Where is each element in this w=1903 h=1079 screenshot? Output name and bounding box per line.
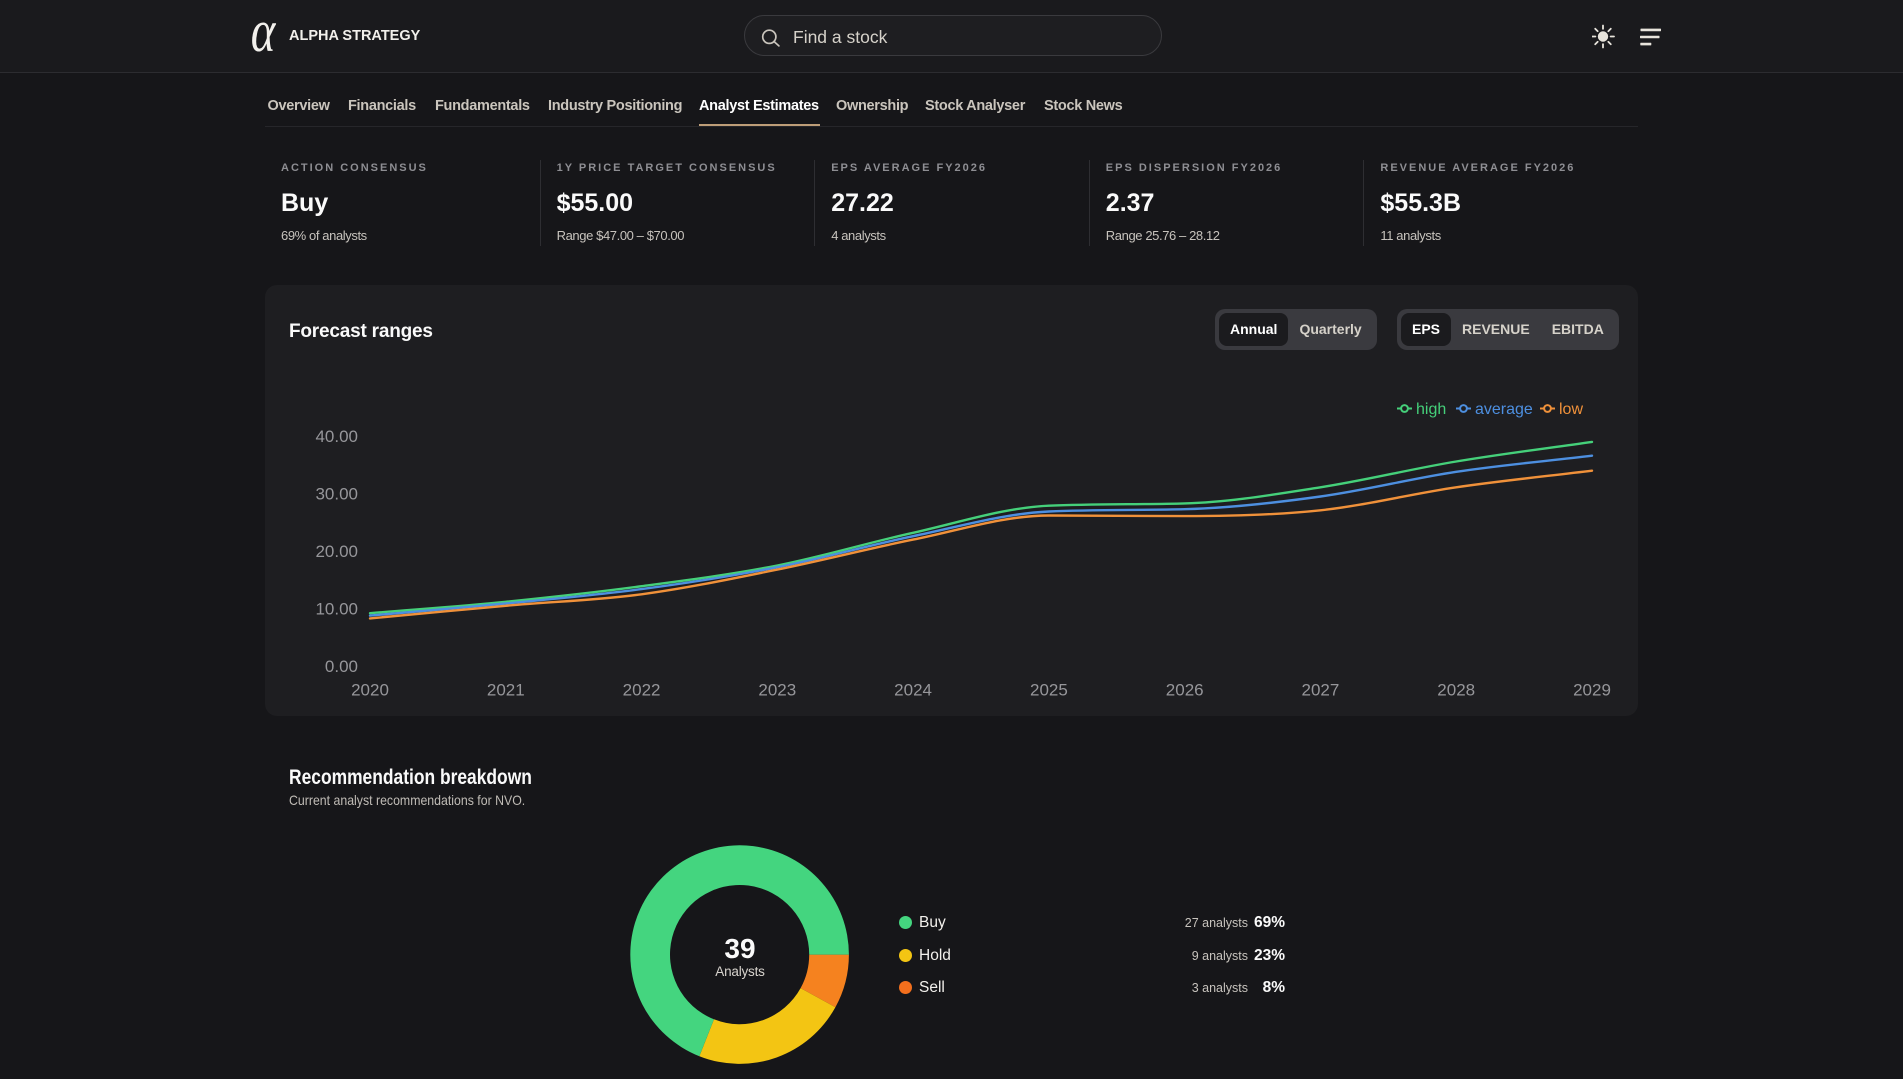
svg-text:2024: 2024 xyxy=(894,681,932,700)
svg-text:average: average xyxy=(1475,401,1533,418)
svg-text:2021: 2021 xyxy=(487,681,525,700)
svg-text:2022: 2022 xyxy=(623,681,661,700)
svg-text:40.00: 40.00 xyxy=(315,427,358,446)
svg-text:2029: 2029 xyxy=(1573,681,1611,700)
svg-text:high: high xyxy=(1416,401,1446,418)
svg-text:20.00: 20.00 xyxy=(315,542,358,561)
svg-text:10.00: 10.00 xyxy=(315,600,358,619)
svg-text:2028: 2028 xyxy=(1437,681,1475,700)
svg-text:2027: 2027 xyxy=(1301,681,1339,700)
svg-text:0.00: 0.00 xyxy=(325,657,358,676)
svg-text:2026: 2026 xyxy=(1166,681,1204,700)
svg-text:2023: 2023 xyxy=(758,681,796,700)
svg-text:low: low xyxy=(1559,401,1583,418)
svg-text:30.00: 30.00 xyxy=(315,485,358,504)
svg-text:2020: 2020 xyxy=(351,681,389,700)
svg-text:2025: 2025 xyxy=(1030,681,1068,700)
